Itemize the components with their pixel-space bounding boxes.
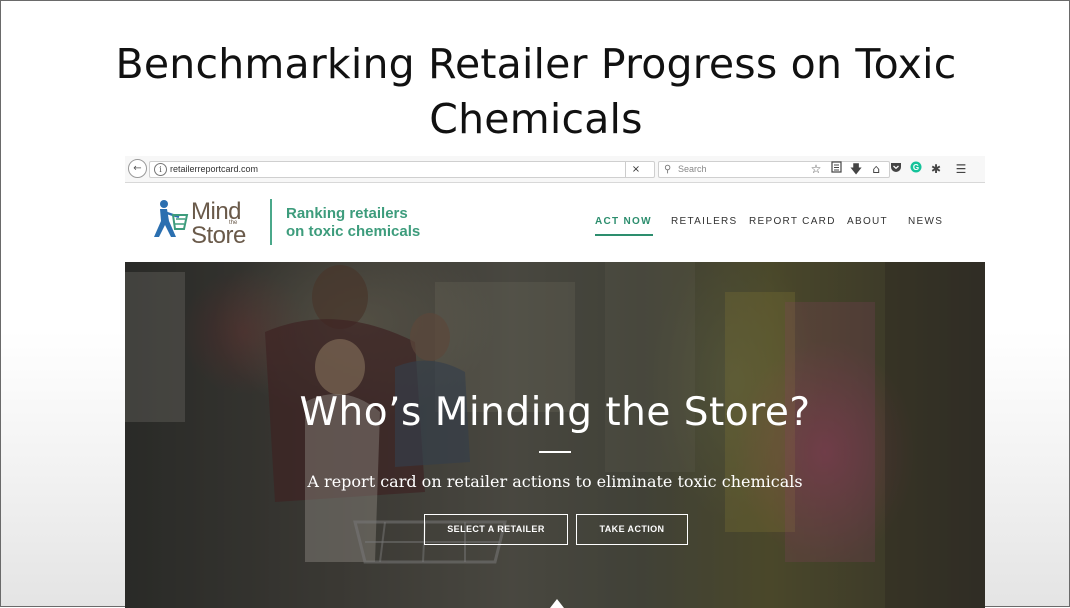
slide-title-line-2: Chemicals bbox=[429, 95, 643, 143]
hero-overlay bbox=[125, 262, 985, 608]
browser-window: ← i retailerreportcard.com × ⚲ Search ☆ … bbox=[125, 156, 985, 608]
extension-icon[interactable]: ✱ bbox=[928, 161, 944, 177]
svg-text:G: G bbox=[913, 163, 919, 172]
site-tagline: Ranking retailers on toxic chemicals bbox=[286, 205, 420, 241]
back-button[interactable]: ← bbox=[128, 159, 147, 178]
slide: Benchmarking Retailer Progress on Toxic … bbox=[0, 0, 1070, 608]
mind-the-store-logo[interactable]: Mind the Store bbox=[149, 197, 259, 249]
grammarly-svg: G bbox=[910, 161, 922, 173]
reading-list-icon[interactable] bbox=[828, 161, 844, 177]
slide-title-line-1: Benchmarking Retailer Progress on Toxic bbox=[115, 40, 957, 88]
select-retailer-button[interactable]: SELECT A RETAILER bbox=[424, 514, 568, 545]
back-arrow-icon: ← bbox=[133, 163, 142, 174]
nav-act-now-label: ACT NOW bbox=[595, 216, 652, 227]
nav-retailers[interactable]: RETAILERS bbox=[671, 215, 738, 229]
grammarly-icon[interactable]: G bbox=[908, 161, 924, 177]
logo-divider bbox=[270, 199, 272, 245]
tagline-line-1: Ranking retailers bbox=[286, 205, 408, 222]
menu-icon[interactable]: ☰ bbox=[953, 161, 969, 177]
take-action-button[interactable]: TAKE ACTION bbox=[576, 514, 688, 545]
pocket-icon[interactable] bbox=[888, 161, 904, 177]
hero-title: Who’s Minding the Store? bbox=[299, 390, 811, 435]
nav-act-now[interactable]: ACT NOW bbox=[595, 215, 653, 236]
search-icon: ⚲ bbox=[664, 164, 672, 175]
url-text[interactable]: retailerreportcard.com bbox=[170, 163, 258, 176]
nav-report-card[interactable]: REPORT CARD bbox=[749, 215, 836, 229]
nav-active-underline bbox=[595, 234, 653, 236]
logo-word-store: Store bbox=[191, 222, 246, 249]
pocket-svg bbox=[891, 163, 901, 172]
site-header: Mind the Store Ranking retailers on toxi… bbox=[125, 183, 985, 262]
search-input[interactable]: Search bbox=[678, 163, 707, 176]
hero-subtitle: A report card on retailer actions to eli… bbox=[307, 472, 803, 491]
bookmark-star-icon[interactable]: ☆ bbox=[808, 161, 824, 177]
site-info-icon[interactable]: i bbox=[154, 163, 167, 176]
clear-url-button[interactable]: × bbox=[625, 162, 646, 177]
browser-toolbar: ← i retailerreportcard.com × ⚲ Search ☆ … bbox=[125, 156, 985, 183]
address-bar[interactable]: i retailerreportcard.com × bbox=[149, 161, 655, 178]
hero-divider bbox=[539, 451, 571, 453]
hero-banner: Who’s Minding the Store? A report card o… bbox=[125, 262, 985, 608]
nav-news[interactable]: NEWS bbox=[908, 215, 943, 229]
download-icon[interactable]: 🡇 bbox=[848, 161, 864, 177]
tagline-line-2: on toxic chemicals bbox=[286, 223, 421, 240]
slide-title: Benchmarking Retailer Progress on Toxic … bbox=[1, 37, 1070, 147]
home-icon[interactable]: ⌂ bbox=[868, 161, 884, 177]
reading-list-svg bbox=[830, 161, 842, 173]
nav-about[interactable]: ABOUT bbox=[847, 215, 888, 229]
shopper-cart-logo-icon bbox=[154, 200, 189, 237]
